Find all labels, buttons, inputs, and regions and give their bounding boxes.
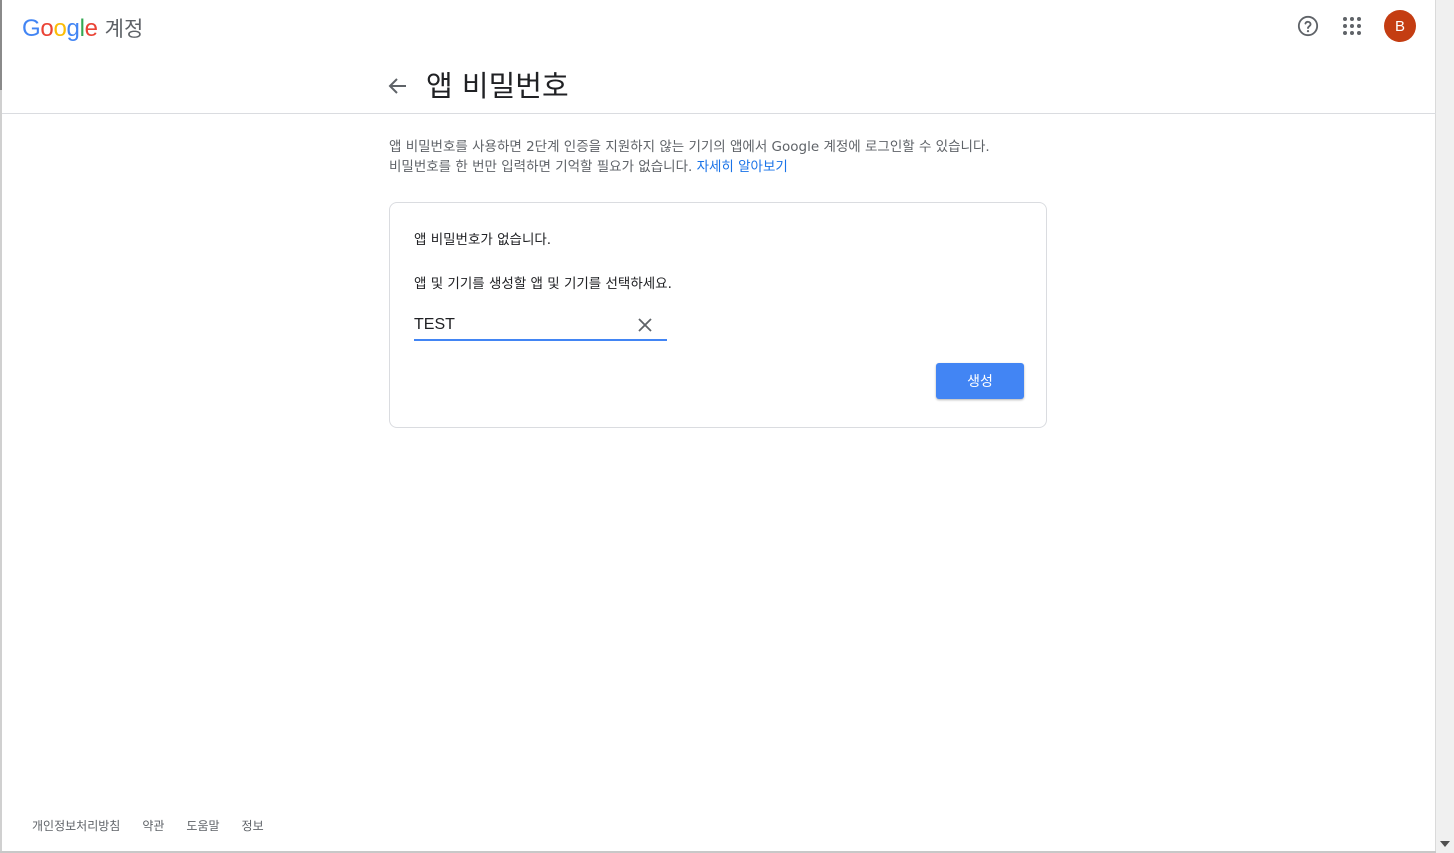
no-passwords-text: 앱 비밀번호가 없습니다.: [414, 232, 552, 248]
logo-letter: e: [84, 15, 98, 42]
footer: 개인정보처리방침 약관 도움말 정보: [32, 817, 264, 834]
account-avatar[interactable]: B: [1384, 10, 1416, 42]
back-arrow-icon[interactable]: [386, 74, 410, 98]
footer-link-about[interactable]: 정보: [242, 817, 264, 834]
apps-grid-icon[interactable]: [1342, 16, 1362, 36]
logo-letter: g: [66, 15, 80, 42]
footer-link-privacy[interactable]: 개인정보처리방침: [32, 817, 120, 834]
learn-more-link[interactable]: 자세히 알아보기: [697, 159, 788, 175]
app-name-input[interactable]: [414, 313, 624, 337]
description-line-2: 비밀번호를 한 번만 입력하면 기억할 필요가 없습니다.: [389, 159, 693, 175]
footer-link-terms[interactable]: 약관: [142, 817, 164, 834]
google-account-logo[interactable]: Google 계정: [22, 13, 143, 43]
window-frame-left-top: [0, 0, 2, 90]
page-description: 앱 비밀번호를 사용하면 2단계 인증을 지원하지 않는 기기의 앱에서 Goo…: [389, 137, 1079, 177]
description-line-1: 앱 비밀번호를 사용하면 2단계 인증을 지원하지 않는 기기의 앱에서 Goo…: [389, 139, 990, 155]
help-icon[interactable]: [1297, 15, 1319, 37]
window-frame-left: [0, 0, 2, 853]
scroll-down-arrow-icon[interactable]: [1440, 841, 1450, 847]
page-title: 앱 비밀번호: [426, 69, 569, 103]
footer-link-help[interactable]: 도움말: [186, 817, 219, 834]
clear-icon[interactable]: [637, 317, 653, 333]
select-app-instruction: 앱 및 기기를 생성할 앱 및 기기를 선택하세요.: [414, 276, 672, 292]
app-name-field[interactable]: [414, 313, 667, 341]
logo-letter: o: [53, 15, 67, 42]
logo-letter: G: [22, 15, 41, 42]
product-name: 계정: [104, 17, 144, 41]
generate-button[interactable]: 생성: [936, 363, 1024, 399]
header-divider: [2, 113, 1436, 114]
logo-letter: o: [40, 15, 54, 42]
scrollbar[interactable]: [1435, 0, 1454, 853]
app-password-card: 앱 비밀번호가 없습니다. 앱 및 기기를 생성할 앱 및 기기를 선택하세요.…: [389, 202, 1047, 428]
